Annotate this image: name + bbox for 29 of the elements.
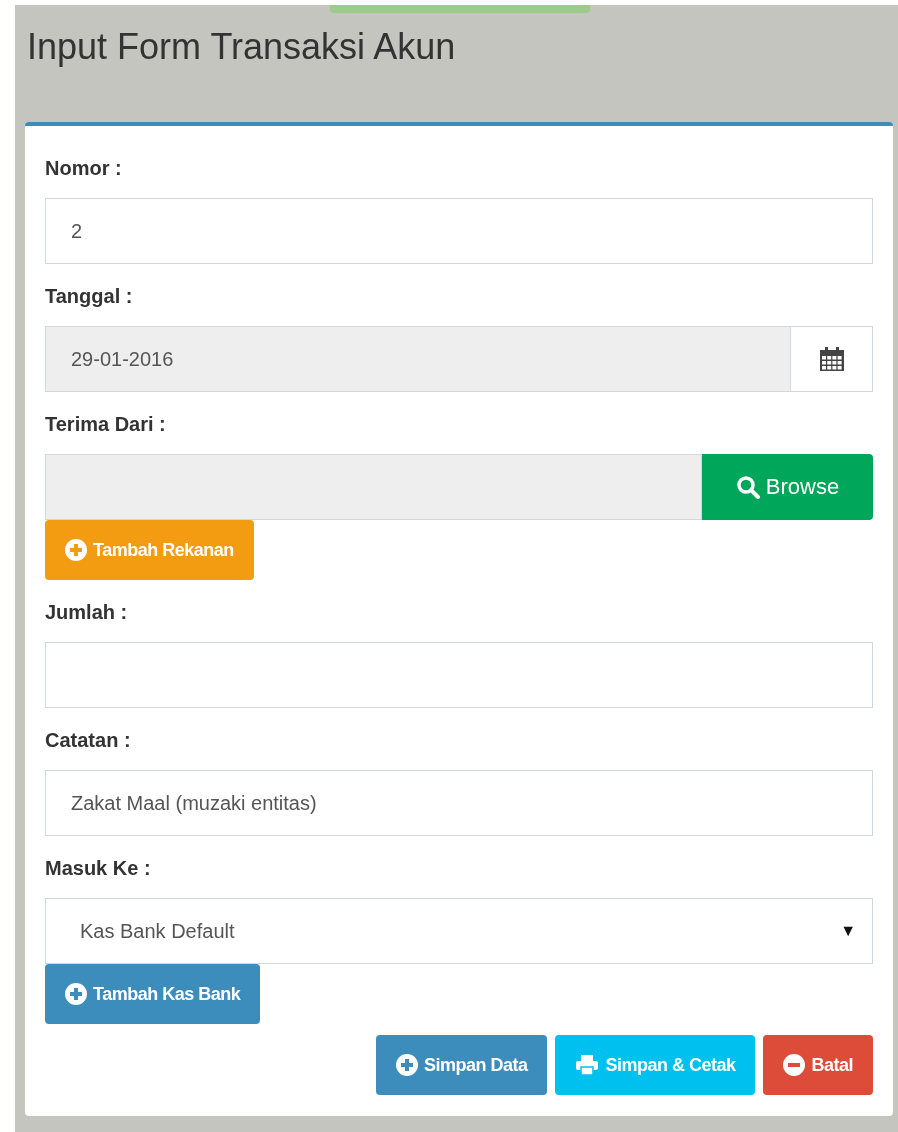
plus-circle-icon (65, 983, 87, 1005)
select-value: Kas Bank Default (80, 919, 235, 943)
calendar-icon (818, 346, 845, 372)
plus-circle-icon (65, 539, 87, 561)
dropdown-caret-icon: ▼ (840, 922, 856, 940)
add-button[interactable]: Tambah Kas Bank (45, 964, 261, 1024)
select-field[interactable]: Kas Bank Default ▼ (45, 898, 873, 964)
field-label: Nomor : (45, 156, 123, 181)
action-button[interactable]: Simpan Data (375, 1035, 548, 1095)
add-button[interactable]: Tambah Rekanan (45, 520, 254, 580)
plus-circle-icon (395, 1054, 418, 1076)
search-icon (735, 475, 760, 499)
date-field[interactable]: 29-01-2016 (45, 326, 791, 392)
field-label: Terima Dari : (45, 412, 167, 437)
action-button[interactable]: Simpan & Cetak (555, 1035, 756, 1095)
field-label: Masuk Ke : (45, 856, 152, 881)
text-field[interactable] (45, 642, 873, 708)
text-field[interactable]: 2 (45, 198, 873, 264)
partner-field[interactable] (45, 454, 702, 520)
text-field[interactable]: Zakat Maal (muzaki entitas) (45, 770, 873, 836)
page-title: Input Form Transaksi Akun (26, 25, 456, 69)
printer-icon (575, 1054, 600, 1076)
field-label: Tanggal : (45, 284, 134, 309)
field-label: Catatan : (45, 728, 132, 753)
minus-circle-icon (783, 1054, 806, 1076)
field-label: Jumlah : (45, 600, 129, 625)
browse-button[interactable]: Browse (702, 454, 873, 520)
action-button[interactable]: Batal (763, 1035, 873, 1095)
calendar-addon[interactable] (791, 326, 873, 392)
